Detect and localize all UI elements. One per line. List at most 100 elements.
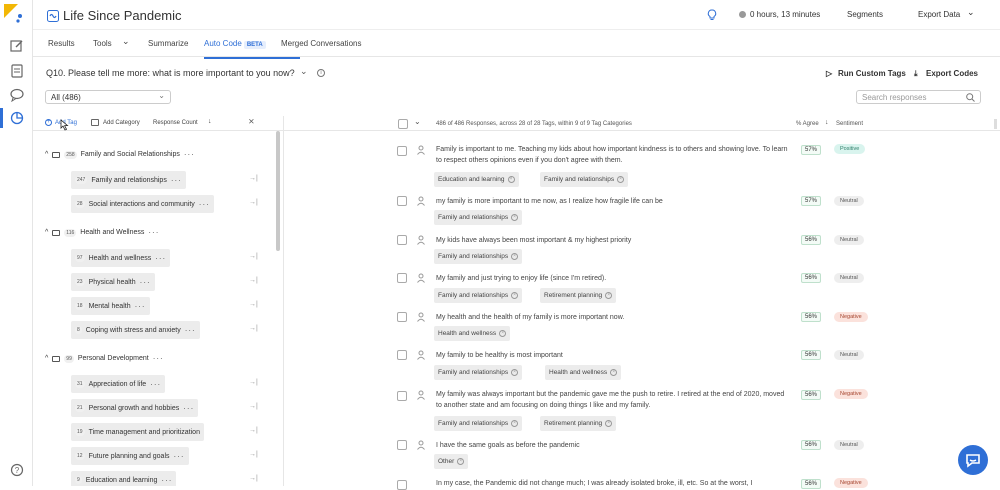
more-icon[interactable]: ··· [183, 404, 194, 413]
more-icon[interactable]: ··· [199, 200, 210, 209]
chevron-up-icon[interactable]: ^ [45, 151, 48, 158]
download-icon[interactable]: ⤓ [914, 69, 918, 79]
response-tag-chip[interactable]: Retirement planning × [540, 288, 617, 303]
remove-tag-icon[interactable]: × [617, 176, 625, 183]
category-header[interactable]: ^ 116 Health and Wellness ··· [45, 228, 159, 237]
export-codes-button[interactable]: Export Codes [926, 69, 978, 78]
row-checkbox[interactable] [397, 440, 407, 450]
move-tag-icon[interactable]: →| [249, 199, 258, 206]
more-icon[interactable]: ··· [174, 452, 185, 461]
filter-select[interactable]: All (486) ⌄ [45, 90, 171, 104]
segments-button[interactable]: Segments [847, 10, 883, 19]
tag-item[interactable]: 21 Personal growth and hobbies ··· [71, 399, 199, 417]
tag-item[interactable]: 97 Health and wellness ··· [71, 249, 171, 267]
edit-icon[interactable] [9, 38, 25, 54]
row-checkbox[interactable] [397, 146, 407, 156]
search-input[interactable]: Search responses [856, 90, 981, 104]
more-icon[interactable]: ··· [150, 380, 161, 389]
remove-tag-icon[interactable]: × [499, 330, 507, 337]
row-checkbox[interactable] [397, 480, 407, 490]
run-custom-tags-button[interactable]: Run Custom Tags [838, 69, 906, 78]
more-icon[interactable]: ··· [135, 302, 146, 311]
remove-tag-icon[interactable]: × [605, 292, 613, 299]
move-tag-icon[interactable]: →| [249, 253, 258, 260]
left-scrollbar[interactable] [276, 131, 280, 251]
sentiment-column-header[interactable]: Sentiment [836, 121, 863, 127]
pie-chart-icon[interactable] [9, 110, 25, 126]
move-tag-icon[interactable]: →| [249, 403, 258, 410]
category-header[interactable]: ^ 99 Personal Development ··· [45, 354, 164, 363]
chevron-down-icon[interactable]: ⌄ [967, 7, 975, 18]
tag-item[interactable]: 31 Appreciation of life ··· [71, 375, 166, 393]
move-tag-icon[interactable]: →| [249, 427, 258, 434]
lightbulb-icon[interactable] [707, 9, 717, 21]
move-tag-icon[interactable]: →| [249, 325, 258, 332]
response-tag-chip[interactable]: Family and relationships × [434, 416, 523, 431]
chevron-up-icon[interactable]: ^ [45, 229, 48, 236]
tag-item[interactable]: 23 Physical health ··· [71, 273, 155, 291]
remove-tag-icon[interactable]: × [511, 420, 519, 427]
question-chevron-icon[interactable]: ⌄ [300, 66, 308, 77]
tab-auto-code[interactable]: Auto Code BETA [204, 39, 300, 59]
move-tag-icon[interactable]: →| [249, 475, 258, 482]
tag-item[interactable]: 18 Mental health ··· [71, 297, 150, 315]
tab-merged-conversations[interactable]: Merged Conversations [281, 39, 361, 48]
tag-item[interactable]: 12 Future planning and goals ··· [71, 447, 189, 465]
info-icon[interactable]: i [317, 69, 325, 77]
tab-results[interactable]: Results [48, 39, 75, 48]
add-category-button[interactable]: Add Category [103, 120, 140, 126]
select-all-checkbox[interactable] [398, 119, 408, 129]
help-circle-icon[interactable]: ? [9, 462, 25, 478]
collapse-all-icon[interactable]: ⨯ [248, 117, 255, 126]
agree-column-header[interactable]: % Agree [796, 121, 819, 127]
move-tag-icon[interactable]: →| [249, 175, 258, 182]
move-tag-icon[interactable]: →| [249, 301, 258, 308]
response-tag-chip[interactable]: Retirement planning × [540, 416, 617, 431]
remove-tag-icon[interactable]: × [605, 420, 613, 427]
move-tag-icon[interactable]: →| [249, 379, 258, 386]
tab-tools[interactable]: Tools [93, 39, 112, 48]
response-tag-chip[interactable]: Family and relationships × [434, 249, 523, 264]
response-tag-chip[interactable]: Other × [434, 454, 469, 469]
move-tag-icon[interactable]: →| [249, 451, 258, 458]
more-icon[interactable]: ··· [155, 254, 166, 263]
more-icon[interactable]: ··· [161, 476, 172, 485]
run-icon[interactable]: ▷ [826, 69, 832, 78]
more-icon[interactable]: ··· [171, 176, 182, 185]
tag-item[interactable]: 19 Time management and prioritization [71, 423, 204, 441]
more-icon[interactable]: ··· [148, 228, 159, 237]
response-tag-chip[interactable]: Family and relationships × [434, 210, 523, 225]
remove-tag-icon[interactable]: × [457, 458, 465, 465]
support-chat-button[interactable] [958, 445, 988, 475]
response-tag-chip[interactable]: Family and relationships × [434, 288, 523, 303]
response-tag-chip[interactable]: Education and learning × [434, 172, 519, 187]
chat-icon[interactable] [9, 87, 25, 103]
tag-item[interactable]: 8 Coping with stress and anxiety ··· [71, 321, 200, 339]
row-checkbox[interactable] [397, 391, 407, 401]
app-logo-icon[interactable] [4, 4, 28, 28]
more-icon[interactable]: ··· [185, 326, 196, 335]
panel-divider[interactable] [283, 116, 284, 486]
category-header[interactable]: ^ 258 Family and Social Relationships ··… [45, 150, 195, 159]
document-icon[interactable] [9, 63, 25, 79]
remove-tag-icon[interactable]: × [511, 292, 519, 299]
remove-tag-icon[interactable]: × [507, 176, 515, 183]
tag-item[interactable]: 247 Family and relationships ··· [71, 171, 186, 189]
remove-tag-icon[interactable]: × [511, 253, 519, 260]
more-icon[interactable]: ··· [140, 278, 151, 287]
tab-summarize[interactable]: Summarize [148, 39, 188, 48]
remove-tag-icon[interactable]: × [511, 369, 519, 376]
tag-item[interactable]: 28 Social interactions and community ··· [71, 195, 214, 213]
more-icon[interactable]: ··· [184, 150, 195, 159]
right-scrollbar[interactable] [994, 119, 997, 129]
response-tag-chip[interactable]: Family and relationships × [434, 365, 523, 380]
row-checkbox[interactable] [397, 312, 407, 322]
row-checkbox[interactable] [397, 196, 407, 206]
response-tag-chip[interactable]: Health and wellness × [434, 326, 511, 341]
tools-chevron-icon[interactable]: ⌄ [122, 36, 130, 47]
move-tag-icon[interactable]: →| [249, 277, 258, 284]
chevron-up-icon[interactable]: ^ [45, 355, 48, 362]
remove-tag-icon[interactable]: × [511, 214, 519, 221]
response-tag-chip[interactable]: Family and relationships × [540, 172, 629, 187]
tag-item[interactable]: 9 Education and learning ··· [71, 471, 177, 486]
